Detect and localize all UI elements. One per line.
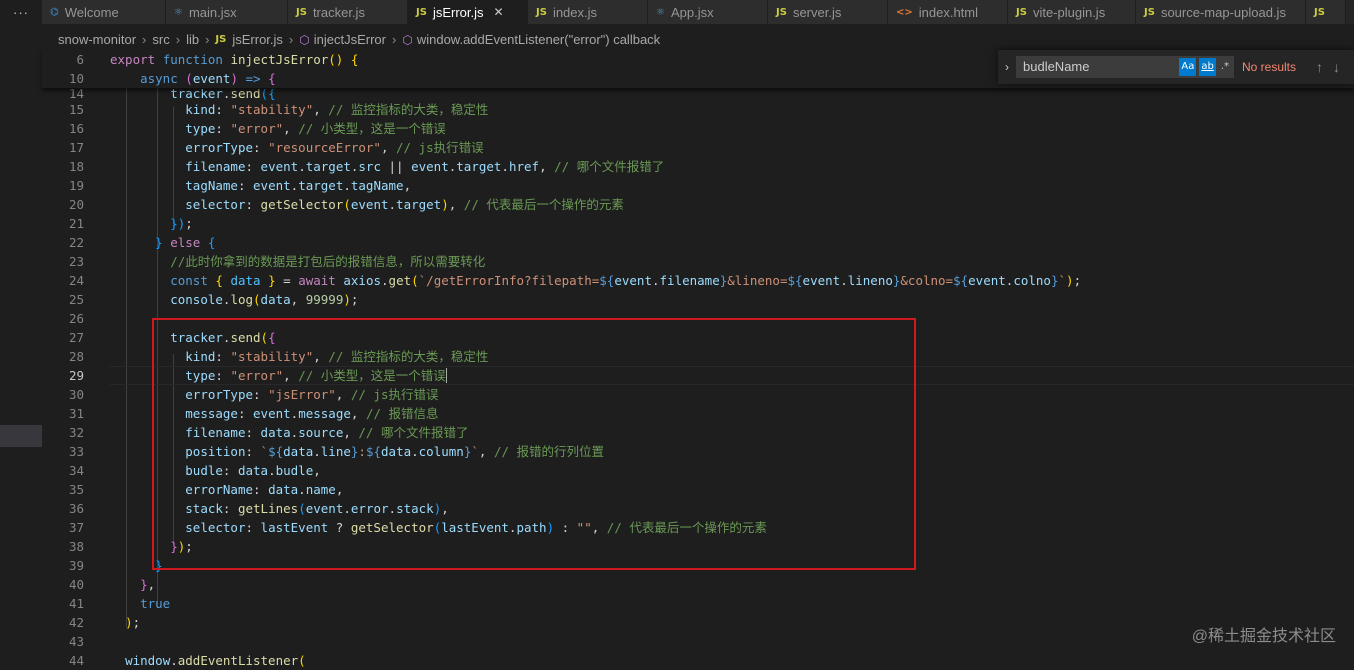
line-number: 18	[68, 159, 84, 174]
tab-index-html[interactable]: <> index.html	[888, 0, 1008, 24]
watermark: @稀土掘金技术社区	[1191, 628, 1336, 645]
function-icon: ⬡	[299, 32, 310, 47]
breadcrumb-item[interactable]: src	[152, 32, 169, 47]
tab-jserror-js[interactable]: JS jsError.js ✕	[408, 0, 528, 24]
chevron-right-icon: ›	[288, 32, 294, 47]
js-file-icon: JS	[776, 6, 787, 18]
tab-label: server.js	[792, 4, 842, 20]
tab-overflow[interactable]: JS	[1306, 0, 1346, 24]
tab-label: index.js	[552, 4, 598, 20]
tab-label: source-map-upload.js	[1160, 4, 1286, 20]
line-number: 22	[68, 235, 84, 250]
line-number: 44	[68, 653, 84, 668]
tab-app-jsx[interactable]: ⚛ App.jsx	[648, 0, 768, 24]
breadcrumb-item[interactable]: jsError.js	[232, 32, 283, 47]
arrow-down-icon[interactable]: ↓	[1333, 59, 1340, 75]
find-input[interactable]: budleName Aa ab .*	[1016, 56, 1234, 78]
line-number: 20	[68, 197, 84, 212]
tab-main-jsx[interactable]: ⚛ main.jsx	[166, 0, 288, 24]
chevron-right-icon: ›	[205, 32, 210, 47]
close-icon[interactable]: ✕	[494, 5, 504, 19]
tab-label: index.html	[918, 4, 979, 20]
find-query: budleName	[1023, 59, 1090, 74]
line-number: 21	[68, 216, 84, 231]
activity-bar: ···	[0, 0, 42, 666]
find-widget: › budleName Aa ab .* No results ↑ ↓	[998, 50, 1354, 84]
js-file-icon: JS	[416, 6, 427, 18]
tab-index-js[interactable]: JS index.js	[528, 0, 648, 24]
tab-tracker-js[interactable]: JS tracker.js	[288, 0, 408, 24]
highlight-annotation-box	[152, 318, 916, 570]
line-number: 24	[68, 273, 84, 288]
tab-label: Welcome	[64, 4, 119, 20]
line-number: 40	[68, 577, 84, 592]
arrow-up-icon[interactable]: ↑	[1316, 59, 1323, 75]
editor-tabs: ⌬ Welcome ⚛ main.jsx JS tracker.js JS js…	[42, 0, 1354, 24]
line-number: 15	[68, 102, 84, 117]
line-number: 17	[68, 140, 84, 155]
breadcrumb-item[interactable]: injectJsError	[314, 32, 386, 47]
line-number: 29	[68, 368, 84, 383]
line-number: 42	[68, 615, 84, 630]
more-actions-icon[interactable]: ···	[0, 0, 42, 24]
line-number: 16	[68, 121, 84, 136]
breadcrumb-item[interactable]: snow-monitor	[58, 32, 136, 47]
js-file-icon: JS	[1016, 6, 1027, 18]
js-file-icon: JS	[1144, 6, 1155, 18]
tab-label: App.jsx	[670, 4, 714, 20]
line-number: 25	[68, 292, 84, 307]
match-case-toggle[interactable]: Aa	[1179, 58, 1197, 76]
tab-welcome[interactable]: ⌬ Welcome	[42, 0, 166, 24]
tab-source-map-upload-js[interactable]: JS source-map-upload.js	[1136, 0, 1306, 24]
tab-vite-plugin-js[interactable]: JS vite-plugin.js	[1008, 0, 1136, 24]
line-number: 37	[68, 520, 84, 535]
line-number: 35	[68, 482, 84, 497]
line-number: 34	[68, 463, 84, 478]
js-file-icon: JS	[536, 6, 547, 18]
js-file-icon: JS	[296, 6, 307, 18]
breadcrumb-item[interactable]: window.addEventListener("error") callbac…	[417, 32, 660, 47]
line-number: 6	[76, 52, 84, 67]
function-icon: ⬡	[402, 32, 413, 47]
line-number: 38	[68, 539, 84, 554]
tab-label: jsError.js	[432, 4, 484, 20]
line-number: 19	[68, 178, 84, 193]
regex-toggle[interactable]: .*	[1219, 58, 1231, 76]
tab-label: main.jsx	[188, 4, 237, 20]
breadcrumb-item[interactable]: lib	[186, 32, 199, 47]
line-number: 33	[68, 444, 84, 459]
html-file-icon: <>	[896, 6, 913, 18]
chevron-right-icon: ›	[175, 32, 181, 47]
vscode-icon: ⌬	[50, 6, 59, 18]
js-file-icon: JS	[215, 34, 227, 45]
line-number: 41	[68, 596, 84, 611]
line-number: 31	[68, 406, 84, 421]
whole-word-toggle[interactable]: ab	[1199, 58, 1216, 76]
line-number: 10	[68, 71, 84, 86]
line-number: 43	[68, 634, 84, 649]
line-number: 26	[68, 311, 84, 326]
react-icon: ⚛	[656, 6, 665, 18]
line-number: 30	[68, 387, 84, 402]
tab-label: tracker.js	[312, 4, 365, 20]
line-number: 23	[68, 254, 84, 269]
line-number: 28	[68, 349, 84, 364]
js-file-icon: JS	[1314, 6, 1325, 18]
line-number: 36	[68, 501, 84, 516]
tab-label: vite-plugin.js	[1032, 4, 1106, 20]
react-icon: ⚛	[174, 6, 183, 18]
chevron-right-icon[interactable]: ›	[998, 60, 1016, 74]
chevron-right-icon: ›	[142, 32, 147, 47]
line-number: 27	[68, 330, 84, 345]
line-number: 32	[68, 425, 84, 440]
line-number: 39	[68, 558, 84, 573]
find-result: No results	[1242, 60, 1297, 74]
chevron-right-icon: ›	[392, 32, 397, 47]
activity-selection	[0, 425, 42, 447]
tab-server-js[interactable]: JS server.js	[768, 0, 888, 24]
